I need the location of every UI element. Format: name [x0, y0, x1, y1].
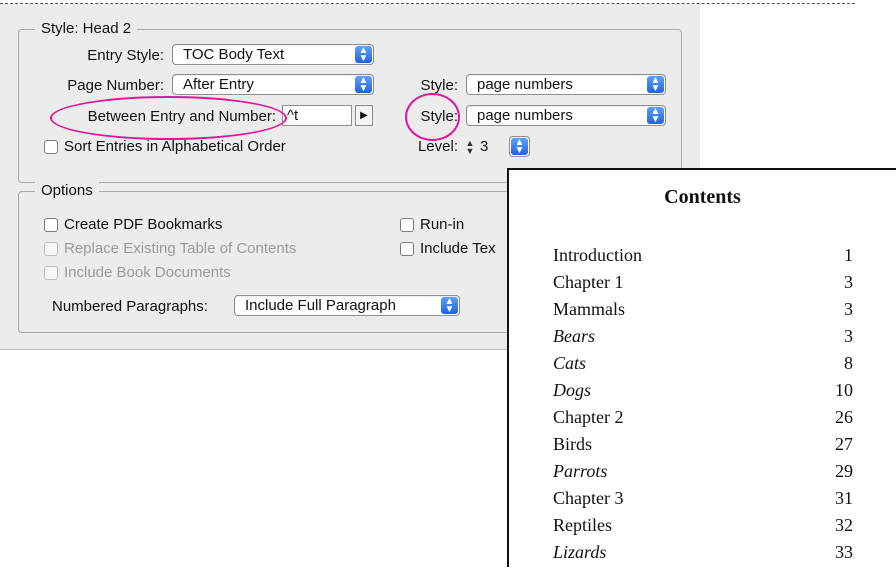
toc-entry-title: Introduction: [553, 245, 642, 265]
toc-entry-title: Lizards: [553, 542, 607, 562]
contents-title: Contents: [664, 186, 741, 208]
page-number-value: After Entry: [183, 76, 254, 93]
page-number-select[interactable]: After Entry ▲ ▼: [172, 74, 374, 95]
select-arrows-icon: ▲ ▼: [647, 75, 664, 93]
toc-entry-page: 27: [835, 434, 853, 454]
toc-entry-page: 26: [835, 407, 853, 427]
sort-entries-label: Sort Entries in Alphabetical Order: [64, 138, 286, 155]
toc-entry: Chapter 1 3: [553, 272, 853, 299]
special-character-button[interactable]: ▶: [355, 105, 373, 126]
toc-entry-title: Chapter 1: [553, 272, 624, 292]
replace-existing-checkbox[interactable]: [44, 242, 58, 256]
toc-entry: Mammals 3: [553, 299, 853, 326]
toc-entry-title: Cats: [553, 353, 587, 373]
toc-entry-page: 10: [835, 380, 853, 400]
entry-style-value: TOC Body Text: [183, 46, 285, 63]
toc-entry: Introduction 1: [553, 245, 853, 272]
entry-style-label: Entry Style:: [87, 47, 164, 64]
level-label: Level:: [417, 138, 458, 155]
style-group-title: Style: Head 2: [35, 20, 138, 37]
page-number-style-label: Style:: [420, 77, 458, 94]
toc-entry: Parrots 29: [553, 461, 853, 488]
toc-entry-title: Chapter 3: [553, 488, 624, 508]
page-number-label: Page Number:: [67, 77, 164, 94]
options-group-title: Options: [35, 182, 99, 199]
toc-entry: Lizards 33: [553, 542, 853, 569]
toc-entry-page: 29: [835, 461, 853, 481]
toc-entry-page: 3: [844, 326, 853, 346]
toc-entry: Cats 8: [553, 353, 853, 380]
select-arrows-icon: ▲ ▼: [355, 45, 372, 63]
level-stepper-icon[interactable]: ▲ ▼: [464, 136, 476, 157]
toc-entry: Dogs 10: [553, 380, 853, 407]
toc-entry-page: 1: [844, 245, 853, 265]
between-style-select[interactable]: page numbers ▲ ▼: [466, 105, 666, 126]
toc-entry-page: 3: [844, 272, 853, 292]
toc-entry-page: 8: [844, 353, 853, 373]
toc-entry: Chapter 2 26: [553, 407, 853, 434]
create-pdf-bookmarks-label: Create PDF Bookmarks: [64, 216, 223, 233]
create-pdf-bookmarks-checkbox[interactable]: [44, 218, 58, 232]
toc-entry: Chapter 3 31: [553, 488, 853, 515]
toc-entry-title: Reptiles: [553, 515, 612, 535]
sort-entries-checkbox[interactable]: [44, 140, 58, 154]
run-in-label: Run-in: [420, 216, 465, 233]
include-book-documents-label: Include Book Documents: [64, 264, 231, 281]
between-style-label: Style:: [420, 108, 458, 125]
play-arrow-icon: ▶: [360, 110, 368, 121]
include-text-label: Include Tex: [420, 240, 496, 257]
between-entry-value: ^t: [287, 107, 299, 124]
between-style-value: page numbers: [477, 107, 573, 124]
level-value[interactable]: 3: [480, 138, 488, 155]
include-text-checkbox[interactable]: [400, 242, 414, 256]
toc-entry-title: Mammals: [553, 299, 625, 319]
replace-existing-label: Replace Existing Table of Contents: [64, 240, 297, 257]
toc-entry-page: 3: [844, 299, 853, 319]
between-entry-field[interactable]: ^t: [282, 105, 352, 126]
between-entry-label: Between Entry and Number:: [87, 108, 276, 125]
contents-page: Contents Introduction 1 Chapter 1 3 Mammals 3…: [507, 168, 896, 567]
toc-entry-page: 31: [835, 488, 853, 508]
level-select[interactable]: ▲ ▼: [509, 136, 530, 157]
include-book-documents-checkbox[interactable]: [44, 266, 58, 280]
toc-entry: Birds 27: [553, 434, 853, 461]
page-number-style-value: page numbers: [477, 76, 573, 93]
toc-entry-page: 32: [835, 515, 853, 535]
toc-entry: Bears 3: [553, 326, 853, 353]
entry-style-select[interactable]: TOC Body Text ▲ ▼: [172, 44, 374, 65]
select-arrows-icon: ▲ ▼: [511, 137, 528, 155]
numbered-paragraphs-label: Numbered Paragraphs:: [52, 298, 208, 315]
select-arrows-icon: ▲ ▼: [647, 106, 664, 124]
toc-entry: Reptiles 32: [553, 515, 853, 542]
select-arrows-icon: ▲ ▼: [355, 75, 372, 93]
select-arrows-icon: ▲ ▼: [441, 296, 458, 314]
numbered-paragraphs-value: Include Full Paragraph: [245, 297, 396, 314]
page-number-style-select[interactable]: page numbers ▲ ▼: [466, 74, 666, 95]
run-in-checkbox[interactable]: [400, 218, 414, 232]
toc-entry-title: Bears: [553, 326, 595, 346]
toc-entry-page: 33: [835, 542, 853, 562]
toc-entry-title: Parrots: [553, 461, 608, 481]
toc-entry-title: Chapter 2: [553, 407, 624, 427]
toc-entry-title: Dogs: [553, 380, 592, 400]
toc-entry-title: Birds: [553, 434, 593, 454]
numbered-paragraphs-select[interactable]: Include Full Paragraph ▲ ▼: [234, 295, 460, 316]
